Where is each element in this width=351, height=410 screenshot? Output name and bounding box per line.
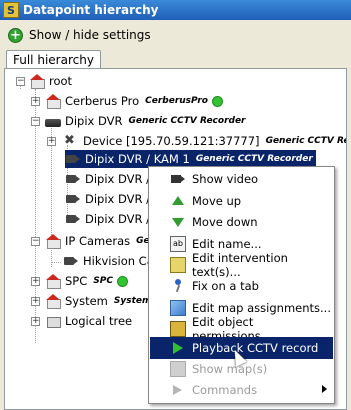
app-logo-icon: S bbox=[3, 2, 19, 18]
dvr-icon bbox=[45, 118, 61, 127]
tree-item-label: SPC bbox=[65, 274, 88, 288]
tree-item-dipix-kam2[interactable]: Dipix DVR / K bbox=[65, 170, 161, 188]
arrow-up-icon bbox=[170, 193, 186, 209]
menu-item-label: Show video bbox=[192, 172, 259, 186]
tree-item-label: Dipix DVR bbox=[65, 114, 123, 128]
device-type-label: SPC bbox=[93, 276, 113, 286]
menu-item-label: Edit map assignments... bbox=[192, 301, 331, 315]
arrow-down-icon bbox=[170, 214, 186, 230]
camera-icon bbox=[170, 171, 186, 187]
menu-item-label: Move down bbox=[192, 215, 258, 229]
command-icon bbox=[170, 382, 186, 398]
menu-item-move-down[interactable]: Move down bbox=[150, 211, 333, 233]
house-icon bbox=[45, 274, 61, 289]
menu-item-label: Playback CCTV record bbox=[192, 341, 319, 355]
menu-item-label: Commands bbox=[192, 383, 258, 397]
device-type-label: Generic CCTV Recorder bbox=[265, 136, 346, 146]
show-hide-settings-button[interactable]: + Show / hide settings bbox=[0, 24, 151, 46]
menu-item-commands[interactable]: Commands bbox=[150, 379, 333, 401]
status-green-icon bbox=[116, 275, 128, 287]
menu-item-label: Fix on a tab bbox=[192, 279, 259, 293]
context-menu: Show video Move up Move down ab Edit nam… bbox=[148, 166, 335, 404]
device-type-label: Generic CCTV Recorder bbox=[128, 116, 246, 126]
camera-icon bbox=[65, 192, 81, 206]
tree-item-dipix-dvr[interactable]: Dipix DVR Generic CCTV Recorder bbox=[45, 112, 246, 130]
tree-item-label: Logical tree bbox=[65, 314, 133, 328]
expander-cerberus[interactable]: + bbox=[31, 97, 40, 106]
menu-item-fix-on-tab[interactable]: Fix on a tab bbox=[150, 275, 333, 297]
tree-item-logical-tree[interactable]: Logical tree bbox=[45, 312, 132, 330]
expander-spc[interactable]: + bbox=[31, 277, 40, 286]
pin-icon bbox=[170, 278, 186, 294]
menu-item-label: Show map(s) bbox=[192, 362, 268, 376]
status-green-icon bbox=[211, 95, 223, 107]
camera-icon bbox=[65, 152, 81, 166]
house-icon bbox=[29, 74, 45, 89]
title-bar: S Datapoint hierarchy bbox=[0, 0, 351, 20]
window-title: Datapoint hierarchy bbox=[23, 3, 159, 17]
house-icon bbox=[45, 94, 61, 109]
menu-item-label: Edit name... bbox=[192, 237, 262, 251]
tree-item-label: Device [195.70.59.121:37777] bbox=[83, 134, 260, 148]
map-icon bbox=[170, 300, 186, 316]
tree-item-label: root bbox=[49, 74, 73, 88]
rename-icon: ab bbox=[170, 236, 186, 252]
camera-icon bbox=[63, 254, 79, 268]
tree-item-device[interactable]: Device [195.70.59.121:37777] Generic CCT… bbox=[63, 132, 346, 150]
device-type-label: CerberusPro bbox=[145, 96, 208, 106]
camera-icon bbox=[65, 172, 81, 186]
tree-item-label: System bbox=[65, 294, 108, 308]
menu-item-edit-intervention[interactable]: Edit intervention text(s)... bbox=[150, 251, 333, 279]
expander-device[interactable]: + bbox=[47, 137, 56, 146]
chevron-right-icon bbox=[322, 385, 327, 393]
note-icon bbox=[170, 257, 186, 273]
expander-root[interactable]: − bbox=[16, 77, 25, 86]
menu-item-show-video[interactable]: Show video bbox=[150, 168, 333, 190]
expander-logical[interactable]: + bbox=[31, 317, 40, 326]
device-type-label: System bbox=[113, 296, 152, 306]
tree-item-label: Cerberus Pro bbox=[65, 94, 140, 108]
settings-label: Show / hide settings bbox=[29, 28, 151, 42]
tree-item-hikvision[interactable]: Hikvision Can bbox=[63, 252, 161, 270]
tree-item-dipix-kam4[interactable]: Dipix DVR / K bbox=[65, 210, 161, 228]
expander-dipix[interactable]: − bbox=[31, 117, 40, 126]
tree-item-dipix-kam3[interactable]: Dipix DVR / K bbox=[65, 190, 161, 208]
tree-item-cerberus-pro[interactable]: Cerberus Pro CerberusPro bbox=[45, 92, 223, 110]
map-icon bbox=[170, 361, 186, 377]
menu-item-label: Move up bbox=[192, 194, 242, 208]
tab-full-hierarchy[interactable]: Full hierarchy bbox=[6, 50, 101, 69]
tree-item-ip-cameras[interactable]: IP Cameras Gen bbox=[45, 232, 156, 250]
tools-icon bbox=[63, 132, 79, 150]
plus-icon: + bbox=[8, 27, 23, 43]
expander-system[interactable]: + bbox=[31, 297, 40, 306]
camera-icon bbox=[65, 212, 81, 226]
house-icon bbox=[45, 234, 61, 249]
logical-tree-icon bbox=[45, 314, 61, 328]
house-icon bbox=[45, 294, 61, 309]
lock-icon bbox=[170, 321, 186, 337]
menu-item-move-up[interactable]: Move up bbox=[150, 190, 333, 212]
tree-item-system[interactable]: System System bbox=[45, 292, 151, 310]
expander-ipcams[interactable]: − bbox=[31, 237, 40, 246]
tree-item-spc[interactable]: SPC SPC bbox=[45, 272, 128, 290]
tree-item-label: IP Cameras bbox=[65, 234, 131, 248]
play-icon bbox=[170, 340, 186, 356]
tree-item-root[interactable]: root bbox=[29, 72, 72, 90]
